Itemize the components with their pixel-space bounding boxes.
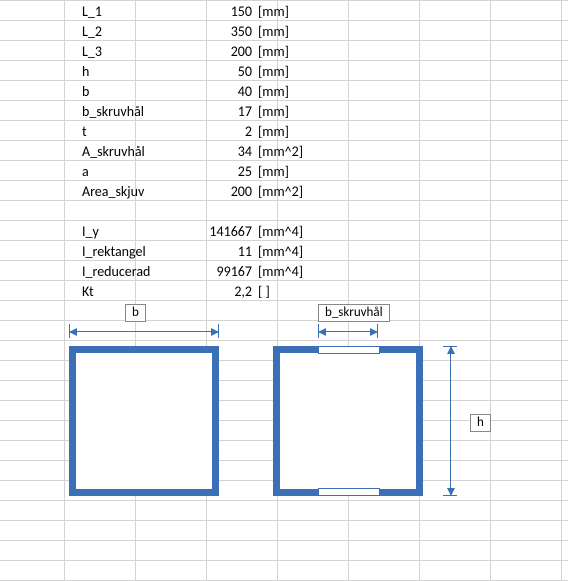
cross-section-full	[69, 346, 219, 496]
param-unit: [mm]	[256, 22, 328, 42]
param-name: I_rektangel	[80, 242, 182, 262]
dim-tick	[443, 346, 457, 347]
param-unit: [mm^2]	[256, 182, 328, 202]
param-unit: [mm]	[256, 82, 328, 102]
param-value: 350	[180, 22, 254, 42]
param-name: I_reducerad	[80, 262, 182, 282]
param-name: L_2	[80, 22, 182, 42]
param-name: t	[80, 122, 182, 142]
param-value: 99167	[180, 262, 254, 282]
param-unit: [mm]	[256, 62, 328, 82]
param-value: 40	[180, 82, 254, 102]
param-name: b_skruvhål	[80, 102, 182, 122]
dim-label-b: b	[125, 304, 146, 322]
param-name: h	[80, 62, 182, 82]
param-value: 34	[180, 142, 254, 162]
dim-arrow-b	[69, 331, 219, 332]
dim-arrow-h	[450, 346, 451, 496]
param-name: Kt	[80, 282, 182, 302]
dim-arrow-bskruvhal	[318, 331, 378, 332]
param-name: b	[80, 82, 182, 102]
param-value: 11	[180, 242, 254, 262]
screw-hole-bottom	[318, 488, 380, 496]
dim-label-bskruvhal: b_skruvhål	[318, 304, 390, 322]
param-value: 200	[180, 182, 254, 202]
dim-tick	[318, 324, 319, 338]
param-name: a	[80, 162, 182, 182]
param-unit: [mm^2]	[256, 142, 328, 162]
param-value: 17	[180, 102, 254, 122]
param-unit: [mm^4]	[256, 222, 328, 242]
param-value: 2	[180, 122, 254, 142]
param-value: 150	[180, 2, 254, 22]
param-unit: [mm]	[256, 102, 328, 122]
dim-tick	[69, 324, 70, 338]
param-unit: [mm]	[256, 42, 328, 62]
param-name: L_1	[80, 2, 182, 22]
param-name: A_skruvhål	[80, 142, 182, 162]
param-value: 2,2	[180, 282, 254, 302]
param-value: 200	[180, 42, 254, 62]
param-name: Area_skjuv	[80, 182, 182, 202]
param-unit: [mm^4]	[256, 242, 328, 262]
param-unit: [mm]	[256, 122, 328, 142]
param-name: I_y	[80, 222, 182, 242]
dim-tick	[443, 495, 457, 496]
screw-hole-top	[318, 346, 380, 354]
dim-label-h: h	[470, 414, 491, 432]
param-unit: [mm]	[256, 162, 328, 182]
cross-section-reduced	[273, 346, 423, 496]
param-value: 50	[180, 62, 254, 82]
param-value: 25	[180, 162, 254, 182]
param-name: L_3	[80, 42, 182, 62]
param-unit: [mm]	[256, 2, 328, 22]
param-unit: [ ]	[256, 282, 328, 302]
dim-tick	[218, 324, 219, 338]
param-value: 141667	[180, 222, 254, 242]
param-unit: [mm^4]	[256, 262, 328, 282]
dim-tick	[377, 324, 378, 338]
